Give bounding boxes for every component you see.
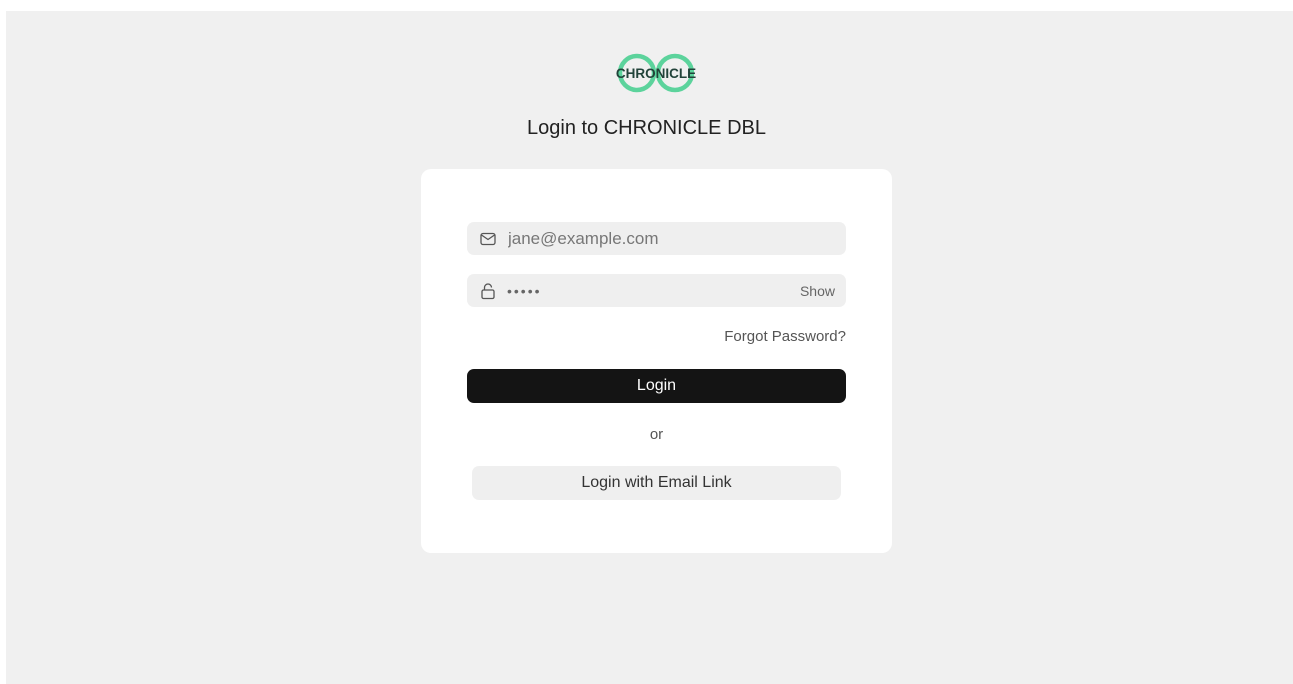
logo-text: CHRONICLE xyxy=(616,66,696,81)
password-field[interactable]: ••••• Show xyxy=(467,274,846,307)
forgot-password-link[interactable]: Forgot Password? xyxy=(724,328,846,345)
show-password-toggle[interactable]: Show xyxy=(800,283,835,299)
login-with-email-link-button[interactable]: Login with Email Link xyxy=(472,466,841,500)
login-card: ••••• Show Forgot Password? Login or Log… xyxy=(421,169,892,553)
lock-icon xyxy=(479,282,497,300)
email-field[interactable] xyxy=(467,222,846,255)
email-input[interactable] xyxy=(508,222,846,255)
envelope-icon xyxy=(479,230,497,248)
password-input[interactable]: ••••• xyxy=(507,283,800,299)
page-title: Login to CHRONICLE DBL xyxy=(527,117,766,139)
or-separator: or xyxy=(649,426,664,443)
login-button[interactable]: Login xyxy=(467,369,846,403)
infinity-rings-logo-icon: CHRONICLE xyxy=(616,53,696,93)
chronicle-logo: CHRONICLE xyxy=(602,52,710,94)
